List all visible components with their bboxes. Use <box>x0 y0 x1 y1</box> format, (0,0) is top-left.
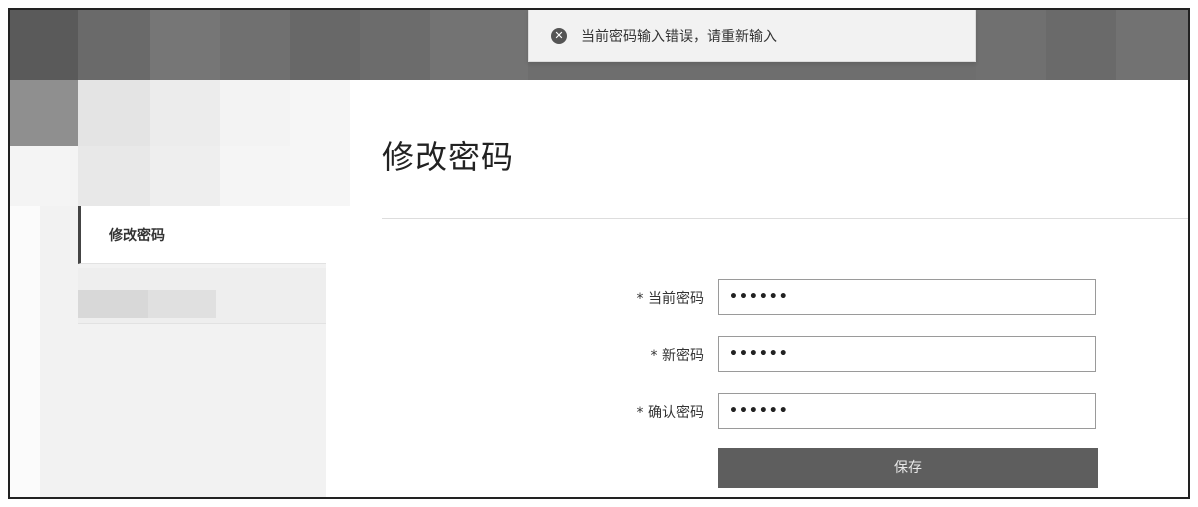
mosaic-block <box>148 290 216 318</box>
mosaic-block <box>976 10 1046 80</box>
mosaic-block <box>150 146 220 206</box>
mosaic-block <box>78 146 150 206</box>
mosaic-block <box>220 146 290 206</box>
mosaic-block <box>1046 10 1116 80</box>
mosaic-block <box>78 80 150 146</box>
app-frame: 修改密码 修改密码 * 当前密码 * 新密码 * 确认密码 保存 ✕ 当前密码输… <box>8 8 1190 499</box>
page-title: 修改密码 <box>382 138 515 176</box>
new-password-label: * 新密码 <box>650 348 704 364</box>
sidebar-item-change-password[interactable]: 修改密码 <box>78 206 326 264</box>
toast-message: 当前密码输入错误，请重新输入 <box>581 28 777 45</box>
mosaic-block <box>150 80 220 146</box>
title-divider <box>382 218 1188 219</box>
sidebar-item-blurred[interactable] <box>78 268 326 324</box>
sidebar-item-label: 修改密码 <box>109 227 165 244</box>
mosaic-block <box>10 80 78 146</box>
mosaic-block <box>360 10 430 80</box>
mosaic-block <box>10 10 78 80</box>
mosaic-block <box>78 290 148 318</box>
mosaic-block <box>78 10 150 80</box>
mosaic-block <box>150 10 220 80</box>
mosaic-block <box>1116 10 1188 80</box>
error-toast: ✕ 当前密码输入错误，请重新输入 <box>528 10 976 62</box>
logo-area <box>10 80 350 206</box>
mosaic-block <box>220 10 290 80</box>
confirm-password-label: * 确认密码 <box>636 405 704 421</box>
mosaic-block <box>220 80 290 146</box>
mosaic-block <box>290 10 360 80</box>
new-password-field[interactable] <box>718 336 1096 372</box>
sidebar-gutter <box>10 206 40 497</box>
save-button[interactable]: 保存 <box>718 448 1098 488</box>
close-circle-icon[interactable]: ✕ <box>551 27 567 44</box>
confirm-password-field[interactable] <box>718 393 1096 429</box>
current-password-field[interactable] <box>718 279 1096 315</box>
mosaic-block <box>430 10 528 80</box>
mosaic-block <box>10 146 78 206</box>
current-password-label: * 当前密码 <box>636 291 704 307</box>
